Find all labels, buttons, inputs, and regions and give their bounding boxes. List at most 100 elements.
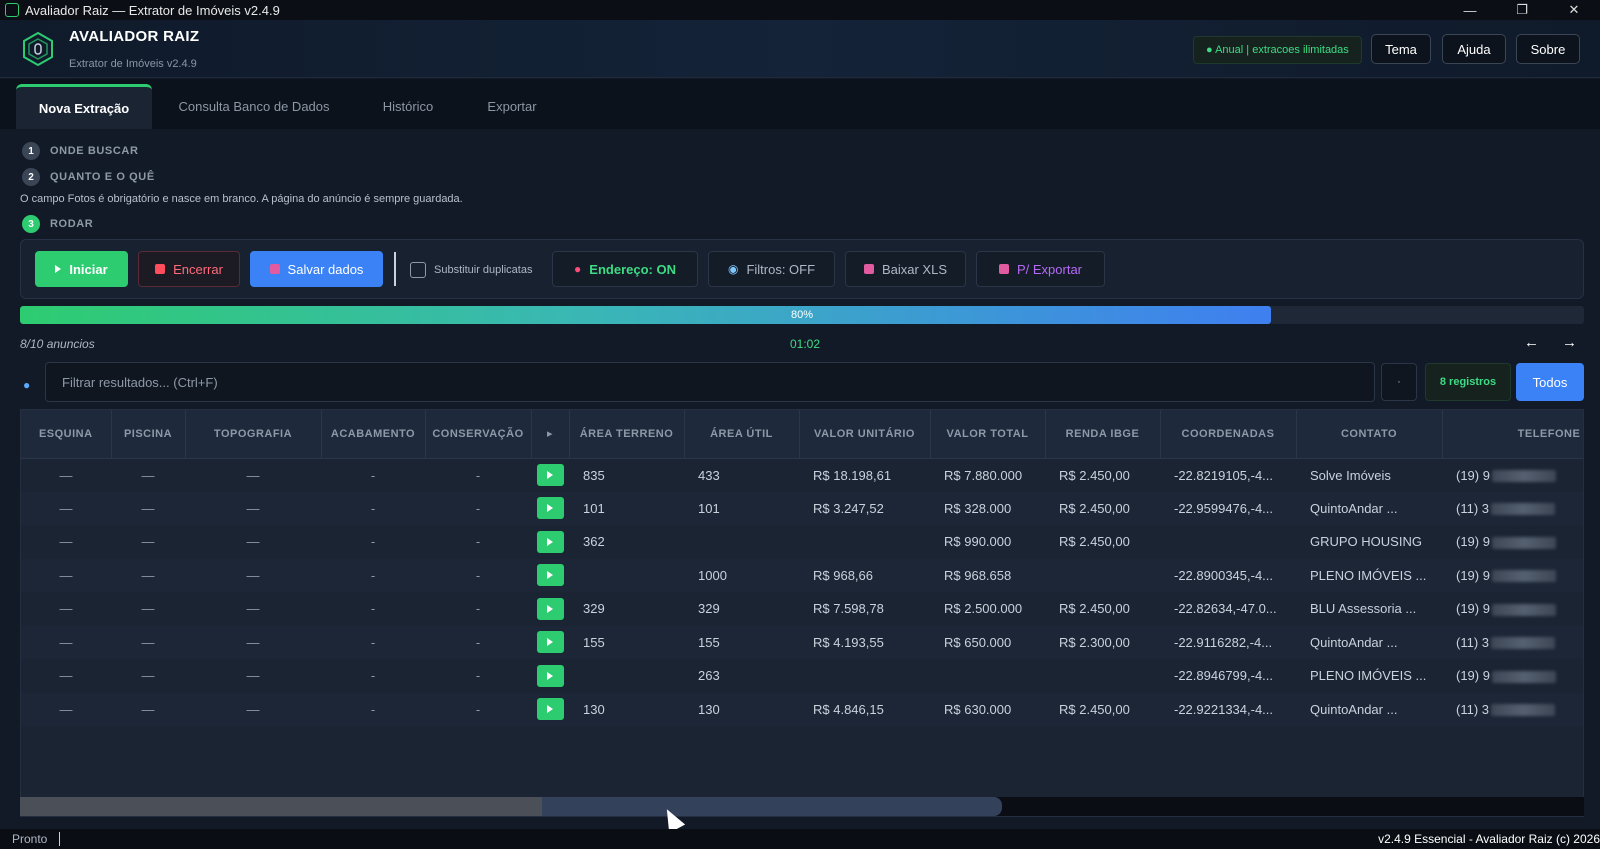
column-header[interactable]: COORDENADAS [1160,410,1297,459]
download-xls-button[interactable]: Baixar XLS [845,251,966,287]
table-cell: BLU Assessoria ... [1296,592,1442,626]
table-cell: - [321,625,425,659]
table-cell [569,558,684,592]
table-cell: - [425,558,531,592]
window-titlebar: Avaliador Raiz — Extrator de Imóveis v2.… [0,0,1600,20]
table-cell: R$ 7.880.000 [930,458,1045,492]
redacted-phone [1491,637,1555,650]
pin-icon: ● [574,262,582,276]
step-quanto-e-o-que[interactable]: 2 QUANTO E O QUÊ [22,168,155,186]
table-cell: — [111,458,185,492]
column-header[interactable]: ÁREA ÚTIL [684,410,800,459]
open-listing-play-icon[interactable] [536,597,564,620]
column-header[interactable]: CONTATO [1296,410,1443,459]
tab-historico[interactable]: Histórico [366,84,450,129]
about-button[interactable]: Sobre [1516,34,1580,64]
column-header[interactable]: TOPOGRAFIA [185,410,322,459]
table-row[interactable]: — — — - -101 101 R$ 3.247,52 R$ 328.000 R$ 2.450… [21,491,1583,525]
table-cell: — [185,458,321,492]
to-export-button[interactable]: P/ Exportar [976,251,1105,287]
table-cell: Solve Imóveis [1296,458,1442,492]
maximize-button[interactable]: ❐ [1496,0,1548,20]
search-icon: ● [23,378,31,392]
arrow-right-icon[interactable]: → [1562,334,1577,351]
checkbox-box[interactable] [410,262,426,278]
save-data-button[interactable]: Salvar dados [250,251,383,287]
fotos-note: O campo Fotos é obrigatório e nasce em b… [20,193,463,205]
horizontal-scrollbar[interactable] [20,797,1584,816]
filter-results-input[interactable] [45,362,1375,402]
table-cell: R$ 2.450,00 [1045,592,1160,626]
tab-consulta-banco[interactable]: Consulta Banco de Dados [166,84,342,129]
redacted-phone [1491,470,1556,483]
table-row[interactable]: — — — - -130 130 R$ 4.846,15 R$ 630.000 R$ 2.450… [21,692,1583,726]
step-onde-buscar[interactable]: 1 ONDE BUSCAR [22,142,139,160]
replace-duplicates-checkbox[interactable]: Substituir duplicatas [410,262,532,278]
close-button[interactable]: ✕ [1548,0,1600,20]
column-header[interactable]: PISCINA [111,410,186,459]
table-cell: - [321,491,425,525]
redacted-phone [1491,670,1556,683]
table-row[interactable]: — — — - -835 433 R$ 18.198,61 R$ 7.880.000 R$ 2.… [21,458,1583,492]
table-cell: -22.9116282,-4... [1160,625,1296,659]
filter-options-button[interactable]: · [1381,363,1417,401]
help-button[interactable]: Ajuda [1442,34,1506,64]
scrollbar-track-left[interactable] [20,797,542,816]
scrollbar-thumb[interactable] [542,797,1002,816]
save-label: Salvar dados [287,261,364,277]
table-cell [1160,525,1296,559]
listing-count: 8/10 anuncios [20,337,95,351]
table-header-row: ESQUINA PISCINA TOPOGRAFIA ACABAMENTO CONSER… [21,410,1583,459]
table-cell: R$ 2.450,00 [1045,692,1160,726]
column-header[interactable]: TELEFONE [1442,410,1583,459]
table-cell [531,659,569,693]
table-cell: R$ 3.247,52 [799,491,930,525]
table-cell: — [111,592,185,626]
arrow-left-icon[interactable]: ← [1524,334,1539,351]
table-cell: — [21,458,111,492]
open-listing-play-icon[interactable] [536,664,564,687]
filters-toggle-button[interactable]: ◉ Filtros: OFF [708,251,835,287]
table-row[interactable]: — — — - -329 329 R$ 7.598,78 R$ 2.500.000 R$ 2.4… [21,592,1583,626]
minimize-button[interactable]: — [1444,0,1496,20]
stop-icon [155,264,166,274]
stop-button[interactable]: Encerrar [138,251,240,287]
address-toggle-button[interactable]: ● Endereço: ON [552,251,698,287]
open-listing-play-icon[interactable] [536,497,564,520]
table-row[interactable]: — — — - -1000 R$ 968,66 R$ 968.658 -22.8900345,… [21,558,1583,592]
show-all-button[interactable]: Todos [1516,363,1584,401]
column-header[interactable]: ÁREA TERRENO [569,410,685,459]
phone-prefix: (19) 9 [1456,467,1490,483]
tab-exportar[interactable]: Exportar [476,84,548,129]
play-icon [547,705,553,714]
open-listing-play-icon[interactable] [536,564,564,587]
version-footer: v2.4.9 Essencial - Avaliador Raiz (c) 20… [1378,832,1600,846]
open-listing-play-icon[interactable] [536,464,564,486]
table-row[interactable]: — — — - -155 155 R$ 4.193,55 R$ 650.000 R$ 2.300… [21,625,1583,659]
column-header[interactable]: ESQUINA [21,410,112,459]
table-row[interactable]: — — — - -263 -22.8946799,-4... PLENO IMÓVEIS .… [21,659,1583,693]
table-cell: — [185,659,321,693]
column-header[interactable]: VALOR UNITÁRIO [799,410,931,459]
column-header[interactable]: CONSERVAÇÃO [425,410,532,459]
column-header[interactable]: VALOR TOTAL [930,410,1046,459]
column-header[interactable]: RENDA IBGE [1045,410,1161,459]
table-row[interactable]: — — — - -362 R$ 990.000 R$ 2.450,00 GRUPO HOUSI… [21,525,1583,559]
table-cell: 433 [684,458,799,492]
open-listing-play-icon[interactable] [536,530,564,553]
open-listing-play-icon[interactable] [536,698,564,721]
table-cell: R$ 2.500.000 [930,592,1045,626]
step-rodar[interactable]: 3 RODAR [22,215,93,233]
theme-button[interactable]: Tema [1371,34,1431,64]
column-header[interactable]: ▸ [531,410,570,459]
logo-icon [23,32,53,66]
start-button[interactable]: Iniciar [35,251,128,287]
tab-nova-extracao[interactable]: Nova Extração [16,84,152,129]
redacted-phone [1491,503,1555,516]
table-cell: - [321,692,425,726]
elapsed-timer: 01:02 [790,337,821,351]
download-icon [863,264,874,274]
open-listing-play-icon[interactable] [536,631,564,654]
table-cell: — [21,625,111,659]
column-header[interactable]: ACABAMENTO [321,410,426,459]
